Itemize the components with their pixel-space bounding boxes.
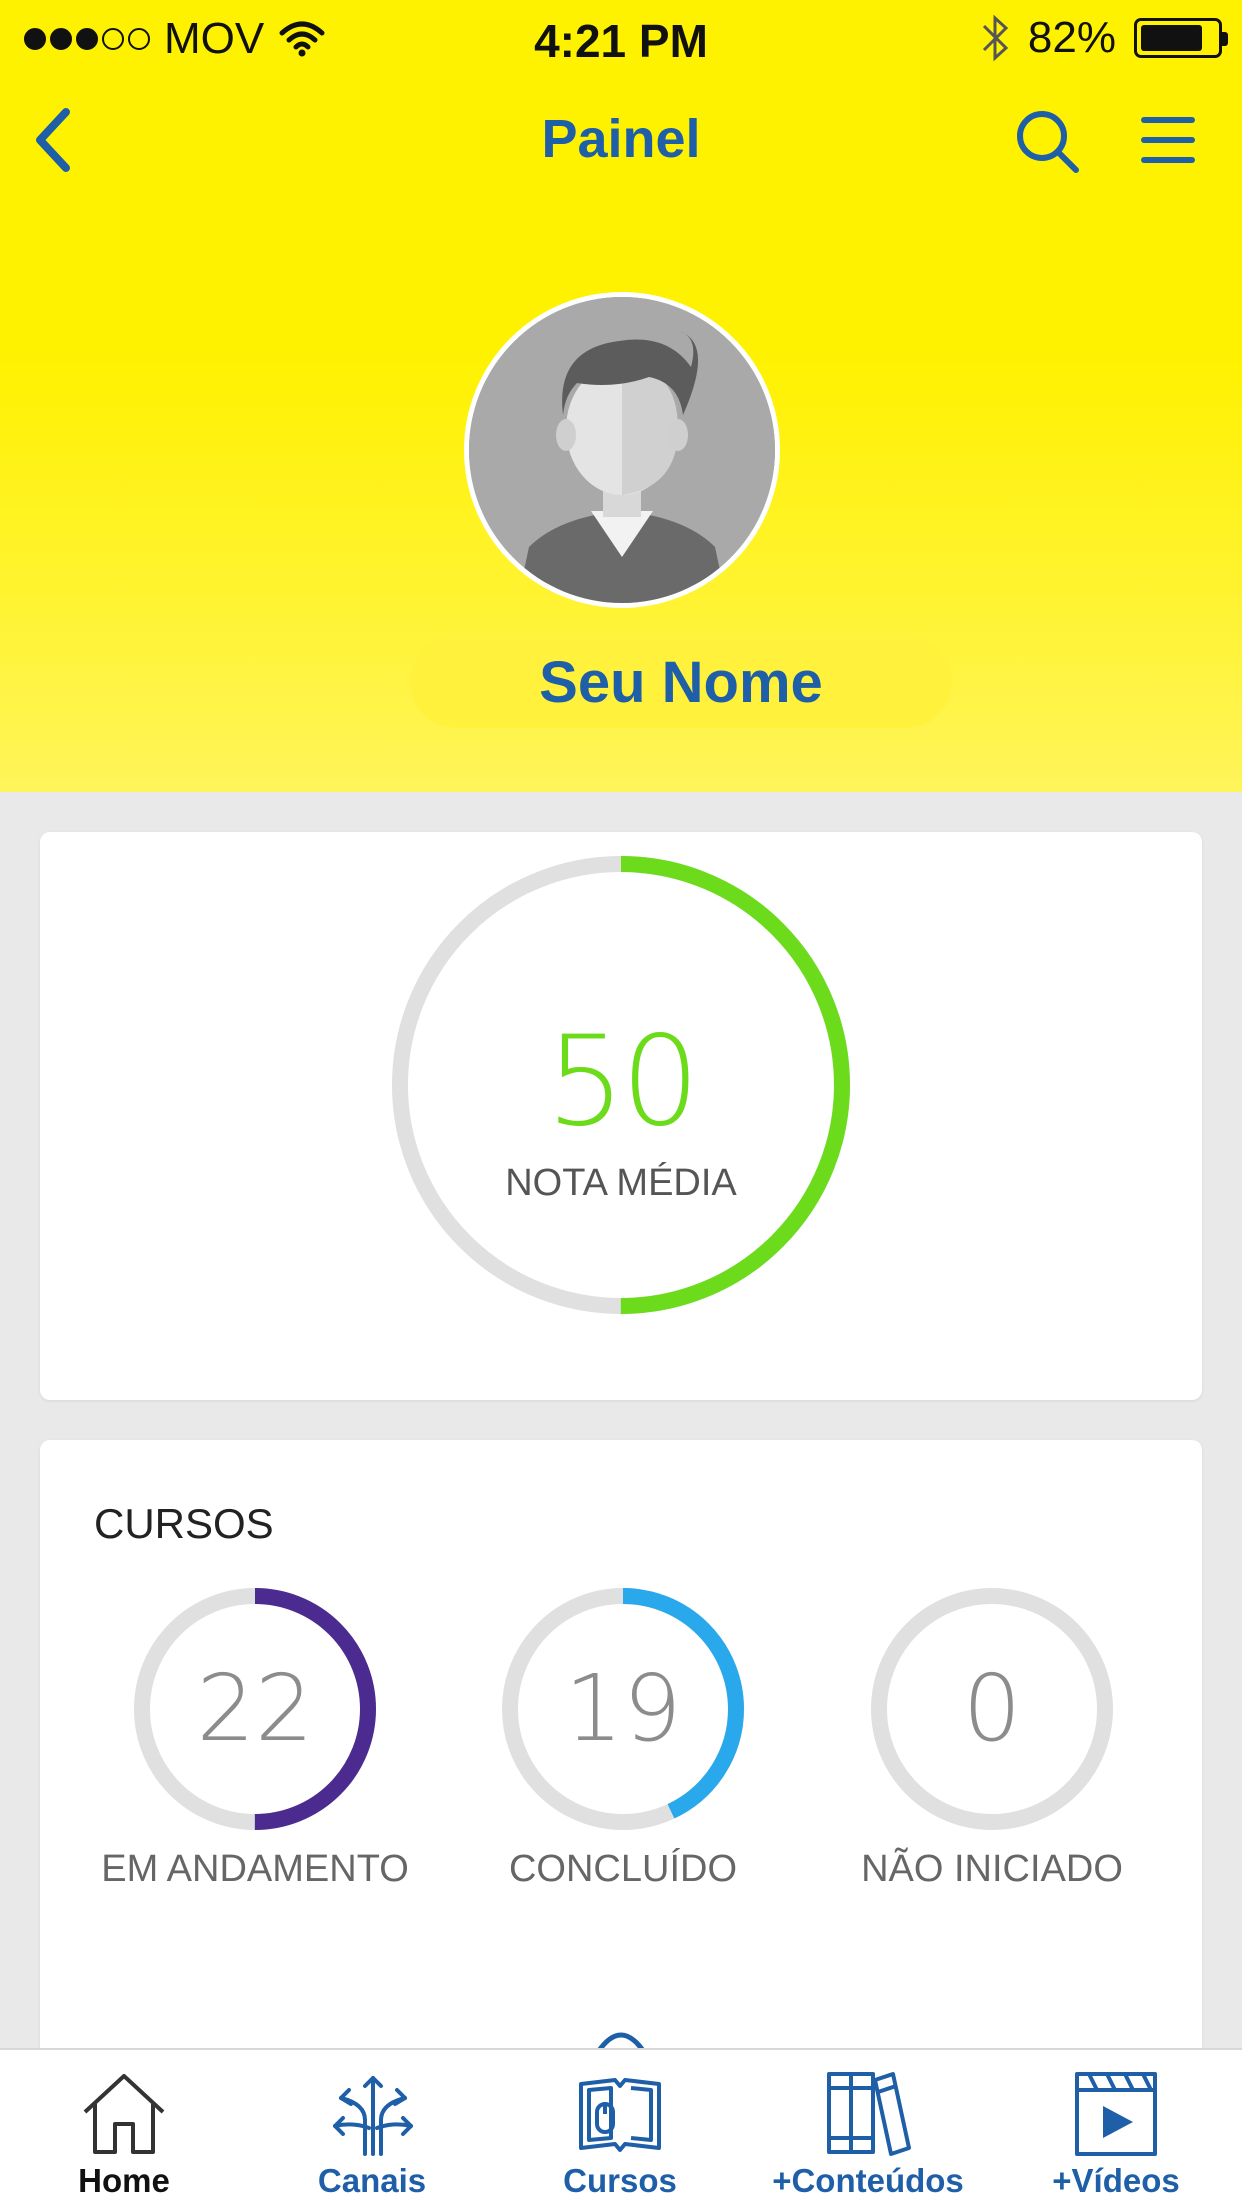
default-user-avatar-icon — [469, 297, 775, 603]
courses-title: CURSOS — [94, 1500, 274, 1547]
bottom-tab-bar: Home Canais Cursos +Conteúdos +Vídeos — [0, 2048, 1242, 2208]
average-grade-label: NOTA MÉDIA — [505, 1162, 737, 1204]
channels-arrows-icon — [333, 2076, 413, 2156]
tab-videos[interactable]: +Vídeos — [992, 2050, 1240, 2208]
hamburger-menu-icon[interactable] — [1130, 100, 1210, 180]
avatar[interactable] — [464, 292, 780, 608]
average-grade-value: 50 — [546, 1010, 700, 1154]
course-stat-in-progress[interactable]: 22 — [132, 1586, 378, 1832]
tab-canais[interactable]: Canais — [248, 2050, 496, 2208]
tab-label: Canais — [317, 2162, 427, 2199]
tab-home[interactable]: Home — [0, 2050, 248, 2208]
books-icon — [827, 2072, 911, 2156]
battery-level — [1141, 25, 1202, 51]
user-name: Seu Nome — [539, 649, 823, 715]
course-stat-completed[interactable]: 19 — [500, 1586, 746, 1832]
courses-book-mouse-icon — [579, 2078, 661, 2152]
average-grade-card: 50 NOTA MÉDIA — [40, 832, 1202, 1400]
battery-percentage: 82% — [1027, 13, 1116, 62]
battery-icon — [1134, 18, 1228, 58]
profile-header: MOV 4:21 PM 82% Painel Seu Nome — [0, 0, 1242, 792]
course-count: 19 — [564, 1655, 682, 1762]
course-stat-label: CONCLUÍDO — [508, 1848, 738, 1890]
tab-cursos[interactable]: Cursos — [496, 2050, 744, 2208]
video-clapper-icon — [1075, 2072, 1157, 2156]
user-name-badge[interactable]: Seu Nome — [410, 636, 952, 728]
home-icon — [83, 2074, 165, 2154]
search-icon[interactable] — [1008, 100, 1088, 180]
course-stat-label: NÃO INICIADO — [861, 1848, 1123, 1890]
tab-label: Home — [78, 2162, 170, 2199]
course-stat-label: EM ANDAMENTO — [101, 1848, 409, 1890]
course-stat-not-started[interactable]: 0 — [869, 1586, 1115, 1832]
status-bar: MOV 4:21 PM 82% — [0, 0, 1242, 80]
nav-bar: Painel — [0, 90, 1242, 190]
tab-label: Cursos — [563, 2162, 677, 2199]
bluetooth-icon — [982, 14, 1009, 62]
tab-label: +Conteúdos — [772, 2162, 964, 2199]
course-count: 0 — [962, 1655, 1022, 1762]
course-count: 22 — [196, 1655, 314, 1762]
tab-label: +Vídeos — [1052, 2162, 1180, 2199]
tab-conteudos[interactable]: +Conteúdos — [744, 2050, 992, 2208]
